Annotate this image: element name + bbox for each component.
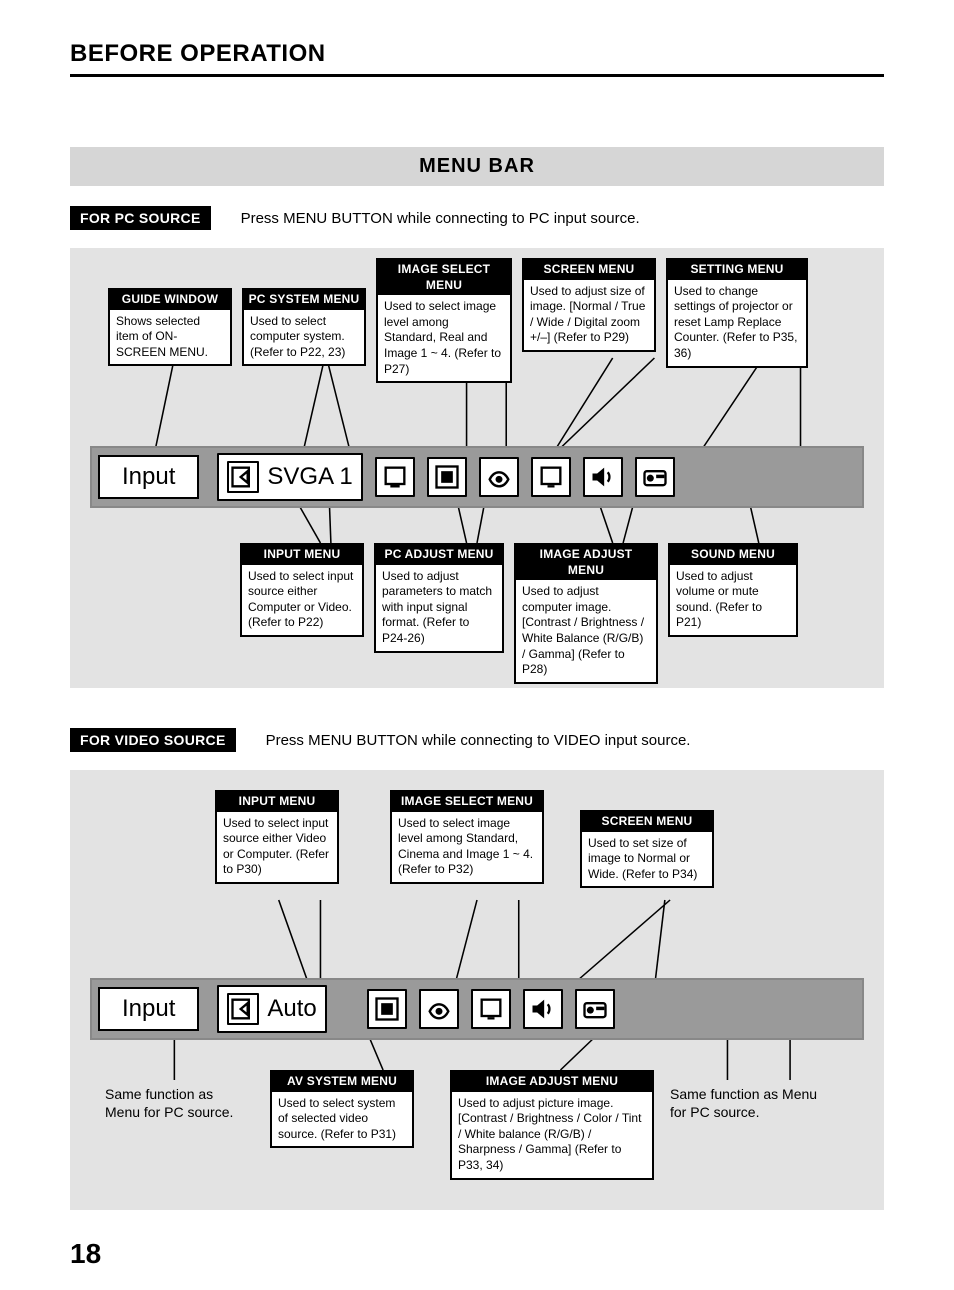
callout-title: SCREEN MENU — [524, 260, 654, 280]
pc-menubar: Input SVGA 1 — [90, 446, 864, 508]
callout-body: Used to select image level among Standar… — [392, 812, 542, 882]
callout-title: IMAGE ADJUST MENU — [516, 545, 656, 580]
screen-icon — [427, 457, 467, 497]
callout-input-menu: INPUT MENU Used to select input source e… — [240, 543, 364, 637]
callout-title: INPUT MENU — [242, 545, 362, 565]
callout-title: SOUND MENU — [670, 545, 796, 565]
sound-icon — [523, 989, 563, 1029]
callout-screen-menu-video: SCREEN MENU Used to set size of image to… — [580, 810, 714, 888]
menubar-current-label: Input — [98, 455, 199, 499]
callout-pc-adjust-menu: PC ADJUST MENU Used to adjust parameters… — [374, 543, 504, 653]
callout-image-adjust-menu-video: IMAGE ADJUST MENU Used to adjust picture… — [450, 1070, 654, 1180]
pc-source-desc: Press MENU BUTTON while connecting to PC… — [241, 210, 640, 227]
video-source-row: FOR VIDEO SOURCE Press MENU BUTTON while… — [70, 728, 884, 752]
pc-source-row: FOR PC SOURCE Press MENU BUTTON while co… — [70, 206, 884, 230]
callout-guide-window: GUIDE WINDOW Shows selected item of ON-S… — [108, 288, 232, 366]
note-same-function-left: Same function as Menu for PC source. — [105, 1085, 250, 1121]
callout-body: Used to select image level among Standar… — [378, 295, 510, 381]
screen-icon — [471, 989, 511, 1029]
callout-body: Used to select computer system. (Refer t… — [244, 310, 364, 365]
menubar-system-text: Auto — [267, 995, 316, 1023]
callout-body: Used to adjust volume or mute sound. (Re… — [670, 565, 796, 635]
callout-body: Used to change settings of projector or … — [668, 280, 806, 366]
input-arrow-icon — [227, 993, 259, 1025]
menubar-system-box: SVGA 1 — [217, 453, 362, 501]
callout-title: INPUT MENU — [217, 792, 337, 812]
video-diagram: INPUT MENU Used to select input source e… — [70, 770, 884, 1210]
callout-body: Used to set size of image to Normal or W… — [582, 832, 712, 887]
callout-setting-menu: SETTING MENU Used to change settings of … — [666, 258, 808, 368]
callout-title: PC SYSTEM MENU — [244, 290, 364, 310]
section-title: MENU BAR — [70, 147, 884, 186]
callout-body: Shows selected item of ON-SCREEN MENU. — [110, 310, 230, 365]
video-menubar: Input Auto — [90, 978, 864, 1040]
video-source-desc: Press MENU BUTTON while connecting to VI… — [266, 732, 691, 749]
input-arrow-icon — [227, 461, 259, 493]
callout-body: Used to select system of selected video … — [272, 1092, 412, 1147]
image-adjust-icon — [419, 989, 459, 1029]
pc-source-label: FOR PC SOURCE — [70, 206, 211, 230]
callout-title: IMAGE SELECT MENU — [378, 260, 510, 295]
menubar-system-box: Auto — [217, 985, 326, 1033]
callout-body: Used to adjust size of image. [Normal / … — [524, 280, 654, 350]
callout-title: PC ADJUST MENU — [376, 545, 502, 565]
pc-adjust-icon — [531, 457, 571, 497]
image-select-icon — [367, 989, 407, 1029]
callout-title: IMAGE ADJUST MENU — [452, 1072, 652, 1092]
callout-av-system-menu: AV SYSTEM MENU Used to select system of … — [270, 1070, 414, 1148]
callout-body: Used to select input source either Video… — [217, 812, 337, 882]
callout-title: AV SYSTEM MENU — [272, 1072, 412, 1092]
page-number: 18 — [70, 1238, 101, 1270]
image-adjust-icon — [479, 457, 519, 497]
video-source-label: FOR VIDEO SOURCE — [70, 728, 236, 752]
callout-body: Used to adjust parameters to match with … — [376, 565, 502, 651]
setting-icon — [575, 989, 615, 1029]
pc-diagram: GUIDE WINDOW Shows selected item of ON-S… — [70, 248, 884, 688]
sound-icon — [583, 457, 623, 497]
callout-screen-menu: SCREEN MENU Used to adjust size of image… — [522, 258, 656, 352]
image-select-icon — [375, 457, 415, 497]
callout-title: SCREEN MENU — [582, 812, 712, 832]
callout-input-menu-video: INPUT MENU Used to select input source e… — [215, 790, 339, 884]
menubar-current-label: Input — [98, 987, 199, 1031]
menubar-system-text: SVGA 1 — [267, 463, 352, 491]
callout-title: GUIDE WINDOW — [110, 290, 230, 310]
setting-icon — [635, 457, 675, 497]
callout-image-select-menu-video: IMAGE SELECT MENU Used to select image l… — [390, 790, 544, 884]
callout-body: Used to adjust picture image. [Contrast … — [452, 1092, 652, 1178]
callout-title: SETTING MENU — [668, 260, 806, 280]
callout-image-adjust-menu: IMAGE ADJUST MENU Used to adjust compute… — [514, 543, 658, 684]
callout-body: Used to select input source either Compu… — [242, 565, 362, 635]
note-same-function-right: Same function as Menu for PC source. — [670, 1085, 820, 1121]
callout-title: IMAGE SELECT MENU — [392, 792, 542, 812]
callout-sound-menu: SOUND MENU Used to adjust volume or mute… — [668, 543, 798, 637]
callout-image-select-menu: IMAGE SELECT MENU Used to select image l… — [376, 258, 512, 383]
callout-pc-system-menu: PC SYSTEM MENU Used to select computer s… — [242, 288, 366, 366]
callout-body: Used to adjust computer image. [Contrast… — [516, 580, 656, 682]
page-header: BEFORE OPERATION — [70, 40, 884, 77]
